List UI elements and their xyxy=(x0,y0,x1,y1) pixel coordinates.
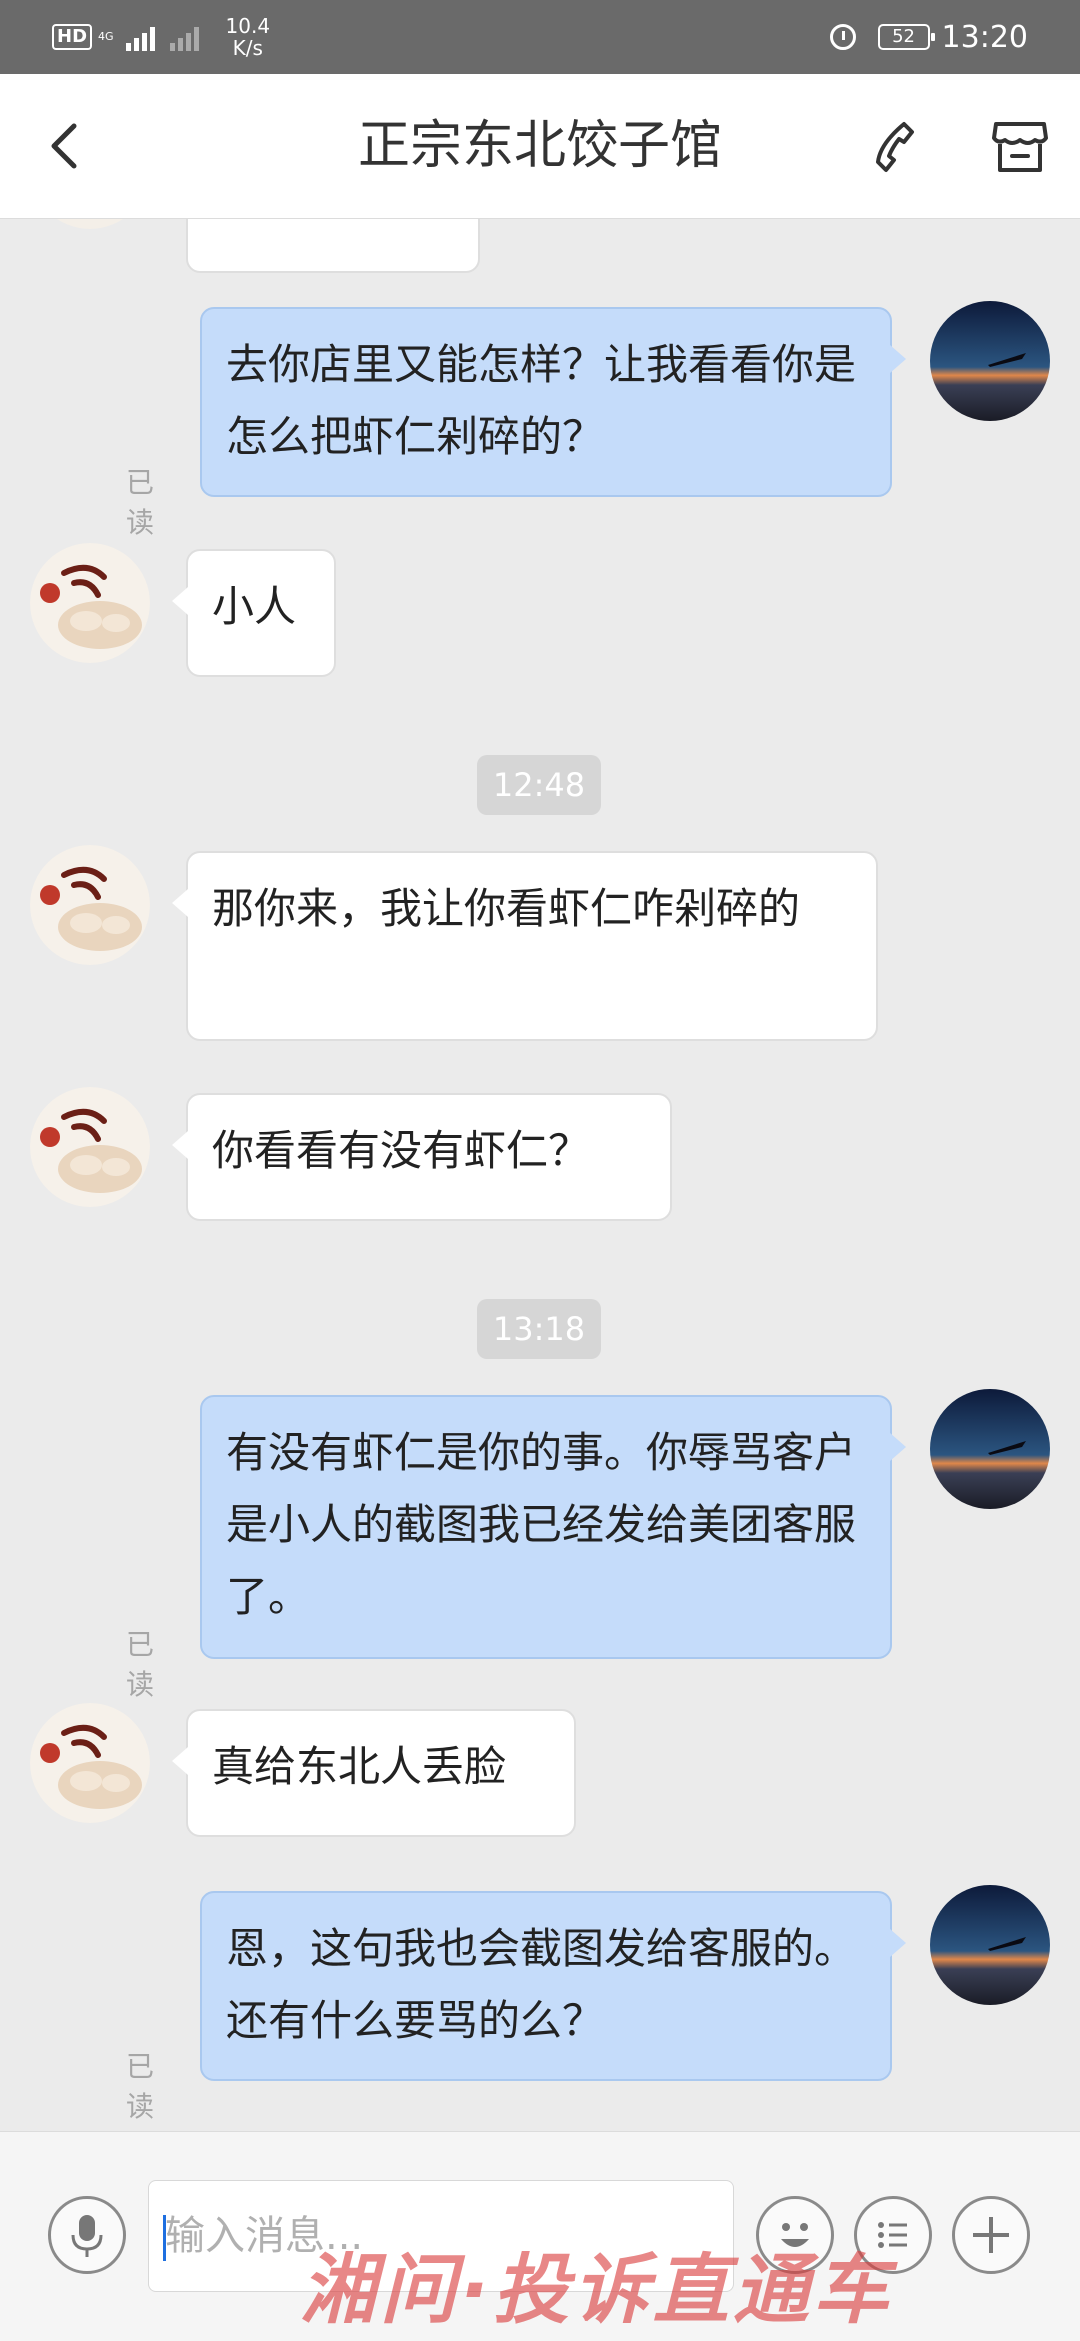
chat-header: 正宗东北饺子馆 xyxy=(0,74,1080,219)
read-receipt: 已读 xyxy=(126,466,155,539)
timestamp-divider: 12:48 xyxy=(477,755,601,815)
network-type: 4G xyxy=(98,30,114,43)
alarm-icon xyxy=(829,24,856,50)
battery-icon: 52 xyxy=(877,24,935,50)
chat-list[interactable]: 已读 去你店里又能怎样？让我看看你是怎么把虾仁剁碎的？ 小人 12:48 那你来… xyxy=(0,219,1080,2131)
emoji-icon[interactable] xyxy=(756,2196,834,2274)
list-icon[interactable] xyxy=(854,2196,932,2274)
plus-icon[interactable] xyxy=(952,2196,1030,2274)
hd-badge: HD xyxy=(52,24,93,50)
restaurant-avatar[interactable] xyxy=(30,543,150,663)
restaurant-avatar[interactable] xyxy=(30,1703,150,1823)
network-speed: 10.4 K/s xyxy=(226,15,271,59)
status-time: 13:20 xyxy=(941,19,1028,55)
message-text-field[interactable] xyxy=(149,2181,733,2291)
message-bubble[interactable] xyxy=(186,219,480,273)
read-receipt: 已读 xyxy=(126,2050,155,2123)
signal-strength-icon xyxy=(125,23,158,51)
text-caret xyxy=(163,2215,166,2261)
status-right: 52 13:20 xyxy=(829,14,1028,60)
message-input-bar xyxy=(0,2131,1080,2341)
signal-strength-secondary-icon xyxy=(169,23,202,51)
user-avatar[interactable] xyxy=(930,301,1050,421)
message-input[interactable] xyxy=(148,2180,734,2292)
status-bar: HD 4G 10.4 K/s 52 13:20 xyxy=(0,0,1080,74)
status-left: HD 4G 10.4 K/s xyxy=(52,14,270,60)
restaurant-avatar[interactable] xyxy=(30,219,150,229)
restaurant-avatar[interactable] xyxy=(30,1087,150,1207)
message-bubble[interactable]: 恩，这句我也会截图发给客服的。还有什么要骂的么？ xyxy=(200,1891,906,2081)
message-bubble[interactable]: 小人 xyxy=(172,549,336,677)
phone-icon[interactable] xyxy=(866,118,922,174)
timestamp-divider: 13:18 xyxy=(477,1299,601,1359)
microphone-icon[interactable] xyxy=(48,2196,126,2274)
shop-icon[interactable] xyxy=(990,116,1050,176)
read-receipt: 已读 xyxy=(126,1628,155,1701)
user-avatar[interactable] xyxy=(930,1885,1050,2005)
message-bubble[interactable]: 去你店里又能怎样？让我看看你是怎么把虾仁剁碎的？ xyxy=(200,307,906,497)
speed-value: 10.4 xyxy=(225,14,271,38)
speed-unit: K/s xyxy=(232,36,263,60)
message-bubble[interactable]: 你看看有没有虾仁？ xyxy=(172,1093,672,1221)
message-bubble[interactable]: 真给东北人丢脸 xyxy=(172,1709,576,1837)
message-bubble[interactable]: 有没有虾仁是你的事。你辱骂客户是小人的截图我已经发给美团客服了。 xyxy=(200,1395,906,1659)
restaurant-avatar[interactable] xyxy=(30,845,150,965)
message-bubble[interactable]: 那你来，我让你看虾仁咋剁碎的 xyxy=(172,851,878,1041)
user-avatar[interactable] xyxy=(930,1389,1050,1509)
